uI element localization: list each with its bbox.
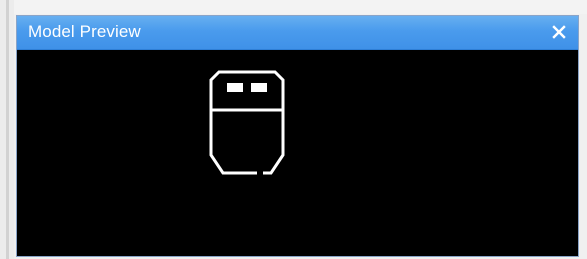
top-panel-edge — [14, 0, 587, 14]
close-icon — [552, 25, 566, 39]
robot-head-outline-icon — [209, 70, 285, 175]
left-eye — [227, 83, 243, 92]
right-eye — [251, 83, 267, 92]
model-viewport[interactable] — [17, 50, 578, 256]
left-panel-edge — [0, 0, 14, 259]
close-button[interactable] — [548, 21, 570, 43]
window-title: Model Preview — [28, 22, 141, 41]
model-preview-window: Model Preview — [16, 15, 579, 257]
left-panel-divider — [6, 0, 9, 259]
window-titlebar[interactable]: Model Preview — [17, 16, 578, 50]
